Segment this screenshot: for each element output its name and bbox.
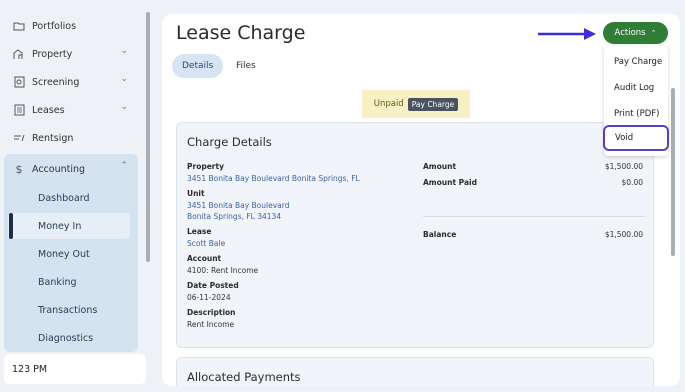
- lease-label: Lease: [187, 227, 212, 236]
- description-label: Description: [187, 308, 236, 317]
- account-label: Account: [187, 254, 222, 263]
- sidebar-item-money-in[interactable]: Money In: [8, 213, 130, 239]
- screening-icon: [12, 75, 26, 89]
- actions-menu: Pay Charge Audit Log Print (PDF) Void: [603, 46, 669, 156]
- sidebar-item-diagnostics[interactable]: Diagnostics: [8, 325, 130, 351]
- sidebar-item-dashboard[interactable]: Dashboard: [8, 185, 130, 211]
- chevron-down-icon: ⌄: [120, 46, 128, 56]
- active-indicator: [9, 213, 13, 239]
- balance-label: Balance: [423, 230, 457, 239]
- actions-label: Actions: [614, 28, 646, 38]
- time-display: 123 PM: [4, 354, 146, 384]
- main-panel: Lease Charge Details Files Unpaid Pay Ch…: [162, 14, 680, 386]
- sidebar-item-label: Rentsign: [32, 132, 74, 144]
- menu-item-pay-charge[interactable]: Pay Charge: [604, 49, 668, 75]
- date-posted-value: 06-11-2024: [187, 293, 231, 302]
- sidebar-item-label: Diagnostics: [38, 332, 94, 344]
- allocated-payments-card: Allocated Payments: [176, 357, 654, 386]
- page-title: Lease Charge: [176, 22, 306, 44]
- amount-value: $1,500.00: [604, 162, 643, 171]
- unit-link-line1[interactable]: 3451 Bonita Bay Boulevard: [187, 201, 289, 210]
- menu-item-void[interactable]: Void: [603, 125, 669, 151]
- amount-label: Amount: [423, 162, 457, 171]
- folder-icon: [12, 19, 26, 33]
- property-label: Property: [187, 162, 224, 171]
- chevron-down-icon: ⌄: [120, 102, 128, 112]
- sidebar: Portfolios Property ⌄ Screening ⌄ Leases…: [0, 0, 152, 392]
- document-icon: [12, 103, 26, 117]
- pay-charge-inline-button[interactable]: Pay Charge: [407, 97, 459, 111]
- tab-label: Details: [182, 61, 214, 71]
- menu-item-audit-log[interactable]: Audit Log: [604, 75, 668, 101]
- main-scrollbar[interactable]: [671, 88, 675, 256]
- sidebar-item-banking[interactable]: Banking: [8, 269, 130, 295]
- sidebar-item-accounting[interactable]: $ Accounting ⌃: [12, 157, 132, 181]
- sidebar-item-portfolios[interactable]: Portfolios: [12, 14, 132, 38]
- sidebar-item-label: Transactions: [38, 304, 98, 316]
- sidebar-item-money-out[interactable]: Money Out: [8, 241, 130, 267]
- annotation-arrow-icon: [538, 28, 596, 40]
- dollar-icon: $: [15, 162, 23, 176]
- time-label: 123 PM: [12, 363, 48, 375]
- sidebar-item-label: Screening: [32, 76, 80, 88]
- divider: [423, 216, 645, 217]
- sidebar-item-label: Banking: [38, 276, 77, 288]
- building-icon: [12, 47, 26, 61]
- actions-button[interactable]: Actions ⌃: [603, 22, 668, 44]
- unit-label: Unit: [187, 189, 205, 198]
- sidebar-item-label: Money In: [38, 220, 82, 232]
- status-banner: Unpaid Pay Charge: [362, 90, 470, 118]
- account-value: 4100: Rent Income: [187, 266, 259, 275]
- sidebar-item-leases[interactable]: Leases ⌄: [12, 98, 132, 122]
- menu-item-label: Audit Log: [614, 83, 655, 93]
- unit-link-line2[interactable]: Bonita Springs, FL 34134: [187, 212, 281, 221]
- property-link[interactable]: 3451 Bonita Bay Boulevard Bonita Springs…: [187, 174, 360, 183]
- description-value: Rent Income: [187, 320, 235, 329]
- sidebar-item-property[interactable]: Property ⌄: [12, 42, 132, 66]
- lease-link[interactable]: Scott Bale: [187, 239, 225, 248]
- menu-item-label: Void: [615, 133, 634, 143]
- chevron-down-icon: ⌄: [120, 74, 128, 84]
- tab-details[interactable]: Details: [172, 54, 224, 78]
- sidebar-item-rentsign[interactable]: Rentsign: [12, 126, 132, 150]
- sidebar-item-label: Money Out: [38, 248, 90, 260]
- menu-item-print-pdf[interactable]: Print (PDF): [604, 101, 668, 127]
- amount-paid-label: Amount Paid: [423, 178, 477, 187]
- sidebar-item-transactions[interactable]: Transactions: [8, 297, 130, 323]
- amount-paid-value: $0.00: [621, 178, 643, 187]
- card-title: Charge Details: [187, 135, 272, 149]
- sidebar-item-screening[interactable]: Screening ⌄: [12, 70, 132, 94]
- sign-icon: [12, 131, 26, 145]
- chevron-up-icon: ⌃: [650, 29, 657, 37]
- tab-label: Files: [236, 61, 256, 71]
- status-badge: Unpaid: [373, 99, 404, 109]
- card-title: Allocated Payments: [187, 370, 301, 384]
- menu-item-label: Print (PDF): [614, 109, 660, 119]
- sidebar-item-label: Portfolios: [32, 20, 77, 32]
- sidebar-item-label: Dashboard: [38, 192, 90, 204]
- date-posted-label: Date Posted: [187, 281, 239, 290]
- sidebar-item-label: Accounting: [32, 163, 86, 175]
- sidebar-scrollbar[interactable]: [146, 12, 150, 262]
- charge-details-card: Charge Details Property 3451 Bonita Bay …: [176, 122, 654, 348]
- chevron-up-icon: ⌃: [120, 161, 128, 171]
- balance-value: $1,500.00: [604, 230, 643, 239]
- menu-item-label: Pay Charge: [614, 57, 663, 67]
- tab-files[interactable]: Files: [226, 54, 266, 78]
- sidebar-item-label: Property: [32, 48, 73, 60]
- sidebar-item-label: Leases: [32, 104, 65, 116]
